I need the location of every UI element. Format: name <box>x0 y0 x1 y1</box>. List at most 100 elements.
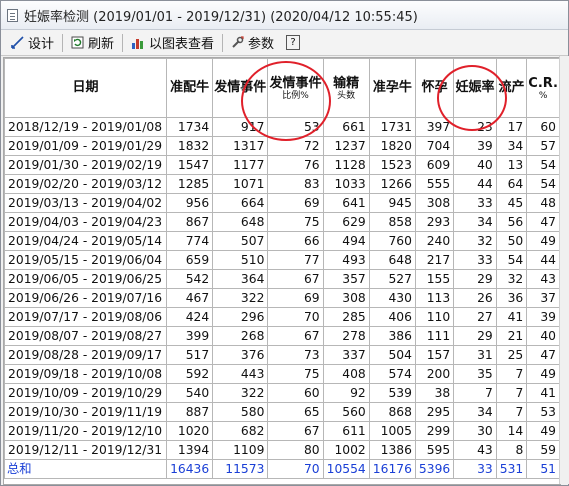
value-cell: 23 <box>453 117 497 137</box>
value-cell: 285 <box>322 307 370 327</box>
value-cell: 609 <box>414 155 455 175</box>
value-cell: 41 <box>526 383 560 403</box>
table-row[interactable]: 2019/10/30 - 2019/11/19 887 580 65 560 868 295… <box>4 402 560 422</box>
value-cell: 704 <box>414 136 455 156</box>
help-button[interactable]: ? <box>280 32 306 54</box>
period-cell: 2019/06/05 - 2019/06/25 <box>4 269 168 289</box>
table-row[interactable]: 2019/11/20 - 2019/12/10 1020 682 67 611 1005 2… <box>4 421 560 441</box>
column-header-label: 流产 <box>498 80 525 95</box>
value-cell: 1317 <box>212 136 269 156</box>
column-header[interactable]: 怀孕 <box>414 58 455 118</box>
value-cell: 527 <box>368 269 416 289</box>
table-row[interactable]: 2019/06/26 - 2019/07/16 467 322 69 308 430 113… <box>4 288 560 308</box>
value-cell: 66 <box>267 231 324 251</box>
value-cell: 510 <box>212 250 269 270</box>
refresh-label: 刷新 <box>88 37 115 52</box>
value-cell: 33 <box>453 250 497 270</box>
column-header[interactable]: 输精 头数 <box>322 58 370 118</box>
design-button[interactable]: 设计 <box>5 32 60 54</box>
refresh-icon <box>71 36 84 49</box>
value-cell: 1832 <box>166 136 214 156</box>
value-cell: 32 <box>453 231 497 251</box>
value-cell: 7 <box>495 383 528 403</box>
table-row[interactable]: 2019/03/13 - 2019/04/02 956 664 69 641 945 308… <box>4 193 560 213</box>
column-header-label: C.R. <box>528 75 558 91</box>
value-cell: 45 <box>495 193 528 213</box>
column-header[interactable]: 日期 <box>4 58 168 118</box>
table-row[interactable]: 2019/02/20 - 2019/03/12 1285 1071 83 1033 126… <box>4 174 560 194</box>
value-cell: 73 <box>267 345 324 365</box>
column-header-label: 妊娠率 <box>455 80 495 95</box>
header-row: 日期 准配牛 发情事件 发情事件 比例% 输精 头数 准孕牛 怀孕 妊娠率 流产 C.R.% <box>4 58 560 118</box>
column-header[interactable]: 妊娠率 <box>453 58 497 118</box>
value-cell: 47 <box>526 345 560 365</box>
wrench-icon <box>232 36 244 48</box>
value-cell: 1020 <box>166 421 214 441</box>
title-bar[interactable]: 妊娠率检测 (2019/01/01 - 2019/12/31) (2020/04… <box>1 1 568 30</box>
value-cell: 424 <box>166 307 214 327</box>
value-cell: 60 <box>526 117 560 137</box>
results-table: 日期 准配牛 发情事件 发情事件 比例% 输精 头数 准孕牛 怀孕 妊娠率 流产 C.R.% 2018… <box>4 58 560 479</box>
value-cell: 7 <box>453 383 497 403</box>
column-header[interactable]: 准配牛 <box>166 58 214 118</box>
toolbar-separator <box>62 33 64 52</box>
value-cell: 40 <box>453 155 497 175</box>
column-header[interactable]: 发情事件 比例% <box>267 58 324 118</box>
period-cell: 2019/03/13 - 2019/04/02 <box>4 193 168 213</box>
table-row[interactable]: 2019/07/17 - 2019/08/06 424 296 70 285 406 110… <box>4 307 560 327</box>
value-cell: 540 <box>166 383 214 403</box>
refresh-button[interactable]: 刷新 <box>65 32 120 54</box>
total-row[interactable]: 总和 16436 11573 70 10554 16176 5396 33 531 51 <box>4 459 560 479</box>
vertical-scrollbar[interactable] <box>559 56 569 484</box>
value-cell: 30 <box>453 421 497 441</box>
column-header[interactable]: 流产 <box>495 58 528 118</box>
value-cell: 65 <box>267 402 324 422</box>
value-cell: 493 <box>322 250 370 270</box>
table-row[interactable]: 2019/09/18 - 2019/10/08 592 443 75 408 574 200… <box>4 364 560 384</box>
chart-view-button[interactable]: 以图表查看 <box>125 32 220 54</box>
total-value-cell: 5396 <box>414 459 455 479</box>
table-row[interactable]: 2019/01/30 - 2019/02/19 1547 1177 76 1128 152… <box>4 155 560 175</box>
table-row[interactable]: 2019/01/09 - 2019/01/29 1832 1317 72 1237 182… <box>4 136 560 156</box>
total-value-cell: 11573 <box>212 459 269 479</box>
value-cell: 47 <box>526 212 560 232</box>
total-value-cell: 51 <box>526 459 560 479</box>
column-header[interactable]: 准孕牛 <box>368 58 416 118</box>
period-cell: 2019/10/09 - 2019/10/29 <box>4 383 168 403</box>
value-cell: 1177 <box>212 155 269 175</box>
table-row[interactable]: 2019/04/24 - 2019/05/14 774 507 66 494 760 240… <box>4 231 560 251</box>
table-row[interactable]: 2019/10/09 - 2019/10/29 540 322 60 92 539 38 7 7… <box>4 383 560 403</box>
table-row[interactable]: 2018/12/19 - 2019/01/08 1734 917 53 661 1731 3… <box>4 117 560 137</box>
period-cell: 2019/07/17 - 2019/08/06 <box>4 307 168 327</box>
column-header[interactable]: 发情事件 <box>212 58 269 118</box>
toolbar-separator <box>122 33 124 52</box>
column-header-label: 日期 <box>72 80 99 95</box>
value-cell: 83 <box>267 174 324 194</box>
column-header-label: 准孕牛 <box>372 80 412 95</box>
value-cell: 560 <box>322 402 370 422</box>
table-row[interactable]: 2019/08/07 - 2019/08/27 399 268 67 278 386 111… <box>4 326 560 346</box>
value-cell: 629 <box>322 212 370 232</box>
value-cell: 443 <box>212 364 269 384</box>
value-cell: 14 <box>495 421 528 441</box>
value-cell: 67 <box>267 269 324 289</box>
period-cell: 2019/04/24 - 2019/05/14 <box>4 231 168 251</box>
table-row[interactable]: 2019/05/15 - 2019/06/04 659 510 77 493 648 217… <box>4 250 560 270</box>
value-cell: 1005 <box>368 421 416 441</box>
value-cell: 32 <box>495 269 528 289</box>
table-row[interactable]: 2019/04/03 - 2019/04/23 867 648 75 629 858 293… <box>4 212 560 232</box>
value-cell: 408 <box>322 364 370 384</box>
value-cell: 517 <box>166 345 214 365</box>
value-cell: 308 <box>414 193 455 213</box>
bar-chart-icon <box>132 38 144 49</box>
params-button[interactable]: 参数 <box>225 32 280 54</box>
table-row[interactable]: 2019/06/05 - 2019/06/25 542 364 67 357 527 155… <box>4 269 560 289</box>
value-cell: 27 <box>453 307 497 327</box>
column-header[interactable]: C.R.% <box>526 58 560 118</box>
value-cell: 887 <box>166 402 214 422</box>
value-cell: 308 <box>322 288 370 308</box>
period-cell: 2019/01/30 - 2019/02/19 <box>4 155 168 175</box>
table-row[interactable]: 2019/12/11 - 2019/12/31 1394 1109 80 1002 138… <box>4 440 560 460</box>
table-row[interactable]: 2019/08/28 - 2019/09/17 517 376 73 337 504 157… <box>4 345 560 365</box>
total-label: 总和 <box>4 459 168 479</box>
